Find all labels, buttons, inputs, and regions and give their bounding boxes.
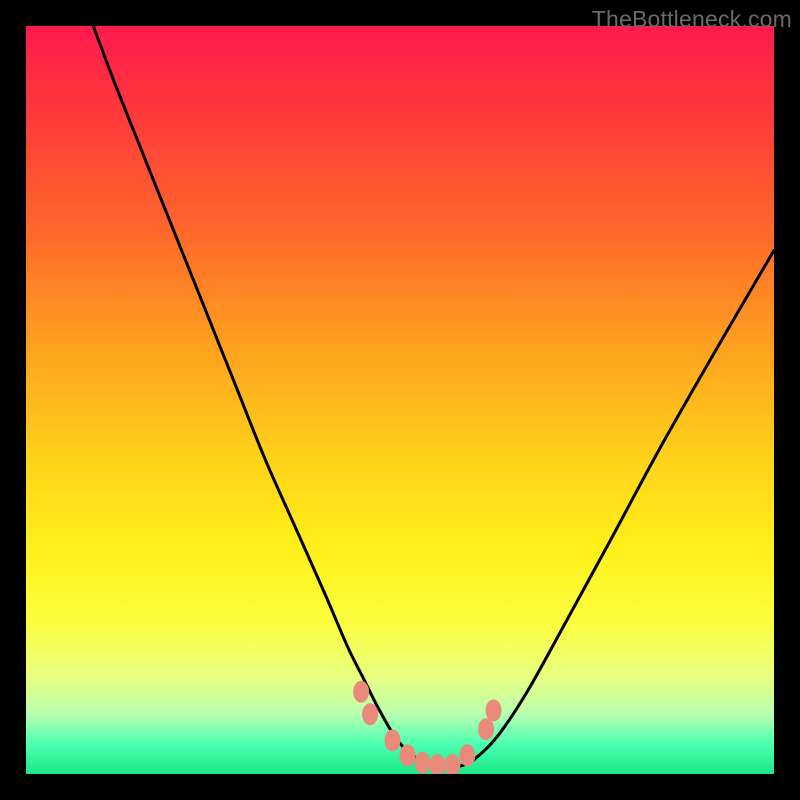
curve-marker [414, 752, 430, 774]
curve-markers [353, 681, 501, 774]
curve-marker [478, 718, 494, 740]
chart-plot-area [26, 26, 774, 774]
bottleneck-curve [93, 26, 774, 767]
curve-marker [385, 729, 401, 751]
curve-marker [486, 699, 502, 721]
curve-marker [444, 754, 460, 774]
curve-marker [429, 754, 445, 774]
curve-marker [362, 703, 378, 725]
watermark-text: TheBottleneck.com [592, 6, 792, 33]
curve-marker [399, 744, 415, 766]
curve-marker [459, 744, 475, 766]
curve-group [93, 26, 774, 767]
curve-marker [353, 681, 369, 703]
chart-frame: TheBottleneck.com [0, 0, 800, 800]
chart-svg [26, 26, 774, 774]
